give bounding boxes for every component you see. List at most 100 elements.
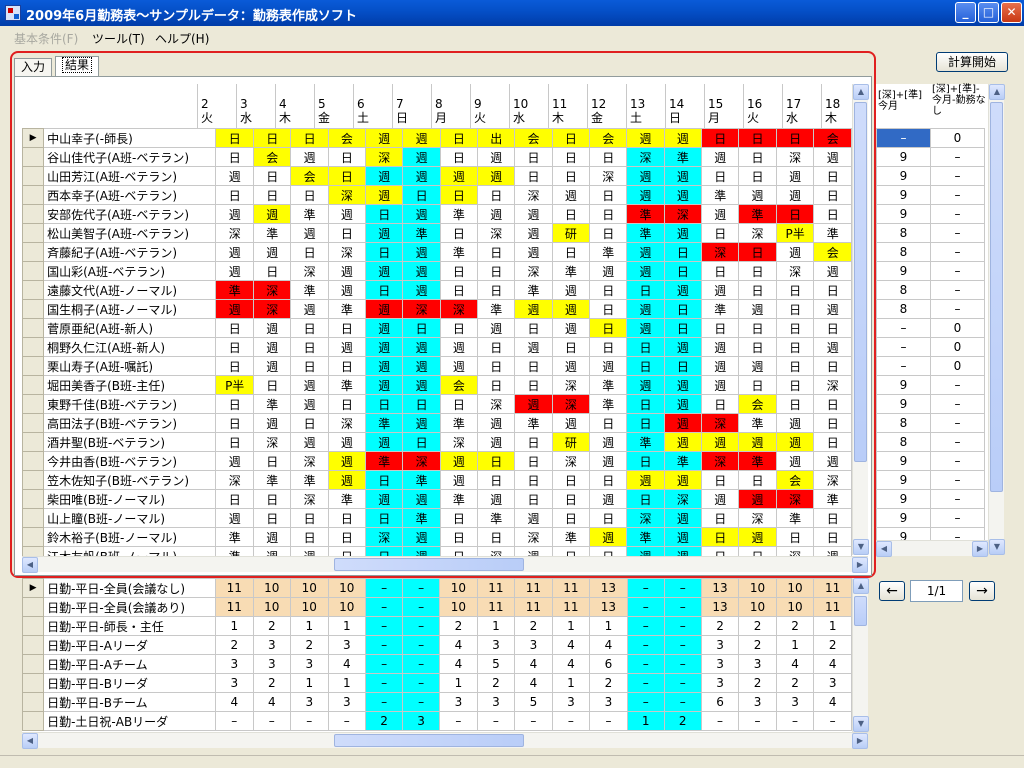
shift-cell[interactable]: 日	[626, 356, 665, 376]
row-header[interactable]	[22, 616, 45, 636]
row-header[interactable]	[22, 711, 45, 731]
shift-cell[interactable]: 会	[514, 128, 553, 148]
count-cell[interactable]: –	[514, 711, 553, 731]
tab-result[interactable]: 結果	[55, 56, 99, 76]
shift-cell[interactable]: 深	[813, 375, 852, 395]
count-cell[interactable]: 2	[663, 711, 702, 731]
row-header[interactable]	[22, 223, 45, 243]
scroll-thumb[interactable]	[990, 102, 1003, 492]
side-cell[interactable]: –	[876, 128, 931, 148]
staff-row[interactable]: 江木友帆(B班-ノーマル)準週週日日週日深週日日週週日日深週	[22, 546, 852, 556]
shift-cell[interactable]: 日	[477, 261, 516, 281]
shift-cell[interactable]: 週	[439, 451, 479, 471]
shift-cell[interactable]: 深	[701, 242, 740, 262]
shift-cell[interactable]: 深	[477, 394, 516, 414]
shift-cell[interactable]: 日	[215, 185, 255, 205]
side-cell[interactable]: 9	[876, 489, 931, 509]
scroll-down-button[interactable]: ▼	[853, 539, 869, 555]
shift-cell[interactable]: 日	[365, 508, 404, 528]
count-cell[interactable]: 1	[290, 673, 329, 693]
shift-cell[interactable]: 週	[365, 337, 404, 357]
shift-cell[interactable]: 準	[813, 223, 852, 243]
shift-cell[interactable]: 週	[477, 489, 516, 509]
shift-cell[interactable]: 準	[327, 299, 367, 319]
staff-row-name[interactable]: 西本幸子(A班-ベテラン)	[43, 185, 217, 205]
side-cell[interactable]: –	[930, 375, 985, 395]
shift-cell[interactable]: 週	[365, 489, 404, 509]
staff-row[interactable]: 柴田唯(B班-ノーマル) 日日深準週週準週日日週日深週週深準	[22, 489, 852, 509]
shift-cell[interactable]: 準	[589, 375, 628, 395]
shift-cell[interactable]: 日	[663, 318, 703, 338]
count-cell[interactable]: 2	[365, 711, 404, 731]
count-cell[interactable]: –	[402, 654, 441, 674]
count-cell[interactable]: –	[365, 578, 404, 598]
count-cell[interactable]: –	[775, 711, 815, 731]
side-row[interactable]: 9–	[876, 375, 985, 395]
count-cell[interactable]: 3	[439, 692, 478, 712]
shift-cell[interactable]: 日	[551, 470, 591, 490]
summary-row[interactable]: 日勤-土日祝-ABリーダ – – – –2 3– – – – –1 2– – – –	[22, 711, 852, 731]
shift-cell[interactable]: 日	[253, 261, 292, 281]
side-cell[interactable]: 8	[876, 299, 931, 319]
shift-cell[interactable]: 週	[514, 508, 553, 528]
shift-cell[interactable]: 日	[365, 394, 404, 414]
shift-cell[interactable]: 日	[701, 470, 740, 490]
shift-cell[interactable]: 週	[551, 318, 591, 338]
shift-cell[interactable]: 週	[626, 166, 665, 186]
shift-cell[interactable]: 深	[327, 242, 367, 262]
count-cell[interactable]: 10	[738, 597, 777, 617]
side-cell[interactable]: 9	[876, 147, 931, 167]
shift-cell[interactable]: 日	[701, 128, 740, 148]
shift-cell[interactable]: 準	[626, 204, 665, 224]
shift-cell[interactable]: 日	[663, 299, 703, 319]
count-cell[interactable]: –	[589, 711, 628, 731]
shift-cell[interactable]: 週	[663, 185, 703, 205]
shift-cell[interactable]: P半	[215, 375, 255, 395]
staff-row-name[interactable]: 今井由香(B班-ベテラン)	[43, 451, 217, 471]
row-selector-icon[interactable]: ▶	[22, 128, 45, 148]
count-cell[interactable]: –	[626, 692, 665, 712]
count-cell[interactable]: 3	[476, 635, 516, 655]
staff-row[interactable]: 鈴木裕子(B班-ノーマル) 準週日日深週日日深準週準週日週日日	[22, 527, 852, 547]
shift-cell[interactable]: 週	[663, 432, 703, 452]
count-cell[interactable]: 10	[327, 578, 367, 598]
shift-cell[interactable]: 週	[402, 413, 441, 433]
shift-cell[interactable]: 週	[626, 128, 665, 148]
menu-help[interactable]: ヘルプ(H)	[155, 30, 209, 47]
shift-cell[interactable]: 週	[253, 413, 292, 433]
summary-row[interactable]: 日勤-平日-Bチーム 4 4 3 3– –3 3 5 3 3– –6 3 3 4	[22, 692, 852, 712]
shift-cell[interactable]: 準	[626, 223, 665, 243]
count-cell[interactable]: 3	[402, 711, 441, 731]
count-cell[interactable]: 10	[439, 578, 478, 598]
summary-row-name[interactable]: 日勤-平日-全員(会議あり)	[43, 597, 216, 617]
shift-cell[interactable]: 週	[327, 280, 367, 300]
staff-row-name[interactable]: 安部佐代子(A班-ベテラン)	[43, 204, 217, 224]
shift-cell[interactable]: 日	[290, 128, 329, 148]
shift-cell[interactable]: 週	[477, 318, 516, 338]
row-header[interactable]	[22, 451, 45, 471]
shift-cell[interactable]: 日	[514, 356, 553, 376]
shift-cell[interactable]: 週	[589, 489, 628, 509]
staff-row[interactable]: 今井由香(B班-ベテラン) 週日深週準深週日日深週日準深準週週	[22, 451, 852, 471]
count-cell[interactable]: 11	[476, 597, 516, 617]
shift-cell[interactable]: 日	[589, 508, 628, 528]
count-cell[interactable]: 10	[290, 597, 329, 617]
staff-row-name[interactable]: 堀田美香子(B班-主任)	[43, 375, 217, 395]
shift-cell[interactable]: 週	[551, 280, 591, 300]
side-row[interactable]: 9–	[876, 508, 985, 528]
shift-cell[interactable]: 日	[327, 166, 367, 186]
staff-row[interactable]: 栗山寿子(A班-嘱託) 日週日日週週週日日週週日日週週日日	[22, 356, 852, 376]
shift-cell[interactable]: 準	[402, 508, 441, 528]
shift-cell[interactable]: 日	[701, 261, 740, 281]
shift-cell[interactable]: 週	[402, 375, 441, 395]
staff-row-name[interactable]: 山田芳江(A班-ベテラン)	[43, 166, 217, 186]
shift-cell[interactable]: 日	[738, 261, 777, 281]
staff-row[interactable]: 遠藤文代(A班-ノーマル) 準深準週日週日日準週日日週週日日日	[22, 280, 852, 300]
side-cell[interactable]: –	[930, 508, 985, 528]
side-row[interactable]: 9–	[876, 166, 985, 186]
shift-cell[interactable]: 週	[813, 261, 852, 281]
shift-cell[interactable]: 週	[813, 147, 852, 167]
count-cell[interactable]: –	[663, 635, 702, 655]
shift-cell[interactable]: 日	[738, 318, 777, 338]
shift-cell[interactable]: 週	[663, 223, 703, 243]
